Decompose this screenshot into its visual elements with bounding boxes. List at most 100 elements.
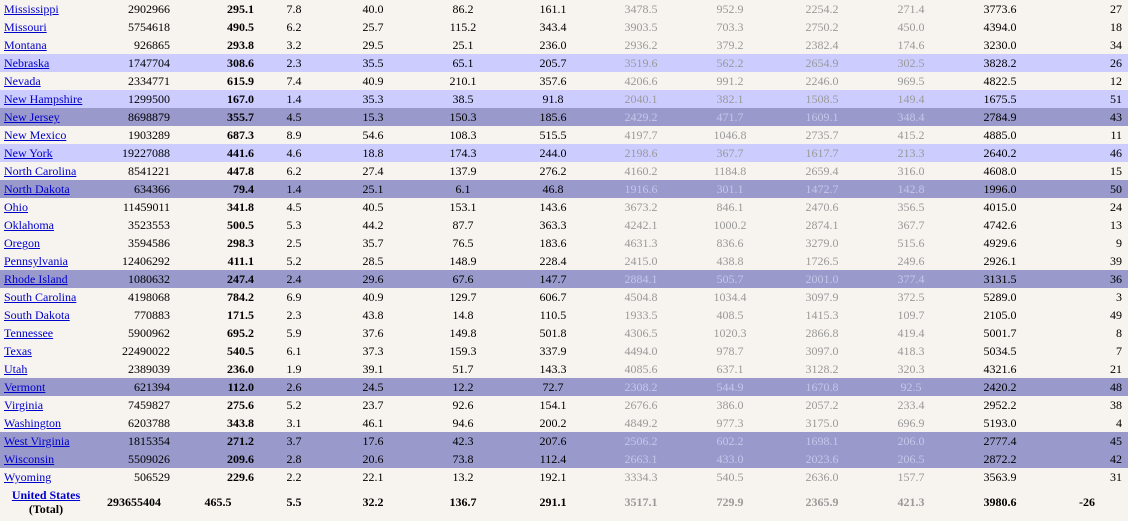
population-cell: 7459827: [128, 398, 170, 412]
burglary-cell: 1046.8: [713, 128, 747, 142]
population-cell: 2334771: [128, 74, 170, 88]
assault-cell: 192.1: [539, 470, 567, 484]
table-row: North Carolina 8541221 447.8 6.2 27.4 137.9 27…: [0, 162, 1128, 180]
state-link[interactable]: New Jersey: [4, 110, 60, 124]
burglary-cell: 433.0: [684, 450, 776, 468]
state-link[interactable]: Montana: [4, 38, 47, 52]
state-link[interactable]: Oklahoma: [4, 218, 54, 232]
vehicle-theft-cell: 233.4: [897, 398, 925, 412]
property-total-cell: 4085.6: [624, 362, 658, 376]
violent-total-cell: 293.8: [227, 38, 254, 52]
violent-total-cell: 441.6: [176, 144, 260, 162]
total-c2: 32.2: [328, 486, 418, 518]
state-link[interactable]: Mississippi: [4, 2, 59, 16]
state-cell: Montana: [0, 36, 92, 54]
state-link[interactable]: North Dakota: [4, 182, 70, 196]
state-link[interactable]: Missouri: [4, 20, 47, 34]
population-cell: 12406292: [122, 254, 170, 268]
total-state-cell[interactable]: United States (Total): [0, 486, 92, 518]
violent-total-cell: 490.5: [227, 20, 254, 34]
murder-cell: 1.4: [260, 90, 328, 108]
burglary-cell: 562.2: [684, 54, 776, 72]
murder-cell: 5.2: [286, 254, 302, 268]
larceny-cell: 2659.4: [805, 164, 839, 178]
state-cell: Nebraska: [0, 54, 92, 72]
murder-cell: 2.3: [286, 308, 302, 322]
rank-cell: 3: [1116, 290, 1122, 304]
state-link[interactable]: West Virginia: [4, 434, 70, 448]
state-link[interactable]: New Mexico: [4, 128, 66, 142]
state-link[interactable]: Pennsylvania: [4, 254, 68, 268]
vehicle-theft-cell: 142.8: [868, 180, 954, 198]
population-cell: 1747704: [92, 54, 176, 72]
state-link[interactable]: Tennessee: [4, 326, 53, 340]
state-cell: Vermont: [0, 378, 92, 396]
rape-cell: 15.3: [328, 108, 418, 126]
larceny-cell: 2057.2: [805, 398, 839, 412]
total-violent: 465.5: [176, 486, 260, 518]
violent-total-cell: 209.6: [176, 450, 260, 468]
rape-cell: 18.8: [328, 144, 418, 162]
murder-cell: 2.3: [260, 54, 328, 72]
larceny-cell: 1415.3: [805, 308, 839, 322]
state-link[interactable]: Vermont: [4, 380, 45, 394]
state-cell: North Dakota: [0, 180, 92, 198]
state-link[interactable]: Nebraska: [4, 56, 49, 70]
state-link[interactable]: North Carolina: [4, 164, 76, 178]
crime-index-cell: 2420.2: [954, 378, 1046, 396]
robbery-cell: 94.6: [452, 416, 474, 430]
crime-index-cell: 3773.6: [983, 2, 1017, 16]
vehicle-theft-cell: 271.4: [897, 2, 925, 16]
burglary-cell: 408.5: [716, 308, 744, 322]
state-link[interactable]: Texas: [4, 344, 32, 358]
crime-index-cell: 3230.0: [983, 38, 1017, 52]
assault-cell: 501.8: [539, 326, 567, 340]
total-p4: 421.3: [868, 486, 954, 518]
state-link[interactable]: South Carolina: [4, 290, 76, 304]
rank-cell: 42: [1046, 450, 1128, 468]
state-cell: South Carolina: [0, 288, 92, 306]
crime-index-cell: 2952.2: [983, 398, 1017, 412]
state-link[interactable]: South Dakota: [4, 308, 70, 322]
state-link[interactable]: New York: [4, 146, 53, 160]
state-link[interactable]: Virginia: [4, 398, 43, 412]
assault-cell: 72.7: [508, 378, 598, 396]
burglary-cell: 1020.3: [713, 326, 747, 340]
rape-cell: 25.7: [362, 20, 384, 34]
state-link[interactable]: New Hampshire: [4, 92, 82, 106]
state-link[interactable]: Ohio: [4, 200, 28, 214]
property-total-cell: 4197.7: [624, 128, 658, 142]
robbery-cell: 76.5: [452, 236, 474, 250]
crime-index-cell: 4394.0: [983, 20, 1017, 34]
state-link[interactable]: Oregon: [4, 236, 40, 250]
crime-index-cell: 3563.9: [983, 470, 1017, 484]
property-total-cell: 2415.0: [624, 254, 658, 268]
larceny-cell: 2735.7: [805, 128, 839, 142]
table-row: Utah 2389039 236.0 1.9 39.1 51.7 143.3 4085.6 63…: [0, 360, 1128, 378]
crime-index-cell: 1675.5: [954, 90, 1046, 108]
state-link[interactable]: Utah: [4, 362, 27, 376]
rape-cell: 40.0: [362, 2, 384, 16]
table-row: Mississippi 2902966 295.1 7.8 40.0 86.2 161.1 3…: [0, 0, 1128, 18]
rape-cell: 46.1: [362, 416, 384, 430]
population-cell: 11459011: [122, 200, 170, 214]
state-link[interactable]: Nevada: [4, 74, 41, 88]
table-row: West Virginia 1815354 271.2 3.7 17.6 42.3 207.…: [0, 432, 1128, 450]
larceny-cell: 1617.7: [776, 144, 868, 162]
table-row: Missouri 5754618 490.5 6.2 25.7 115.2 343.4 390…: [0, 18, 1128, 36]
rank-cell: 13: [1110, 218, 1122, 232]
murder-cell: 2.5: [286, 236, 302, 250]
burglary-cell: 1034.4: [713, 290, 747, 304]
robbery-cell: 137.9: [449, 164, 477, 178]
rank-cell: 45: [1046, 432, 1128, 450]
state-link[interactable]: Rhode Island: [4, 272, 68, 286]
crime-index-cell: 2784.9: [954, 108, 1046, 126]
state-link[interactable]: Washington: [4, 416, 61, 430]
burglary-cell: 703.3: [716, 20, 744, 34]
state-link[interactable]: Wyoming: [4, 470, 51, 484]
violent-total-cell: 447.8: [227, 164, 254, 178]
total-state-link[interactable]: United States: [12, 488, 80, 502]
burglary-cell: 544.9: [684, 378, 776, 396]
property-total-cell: 1933.5: [624, 308, 658, 322]
state-link[interactable]: Wisconsin: [4, 452, 54, 466]
